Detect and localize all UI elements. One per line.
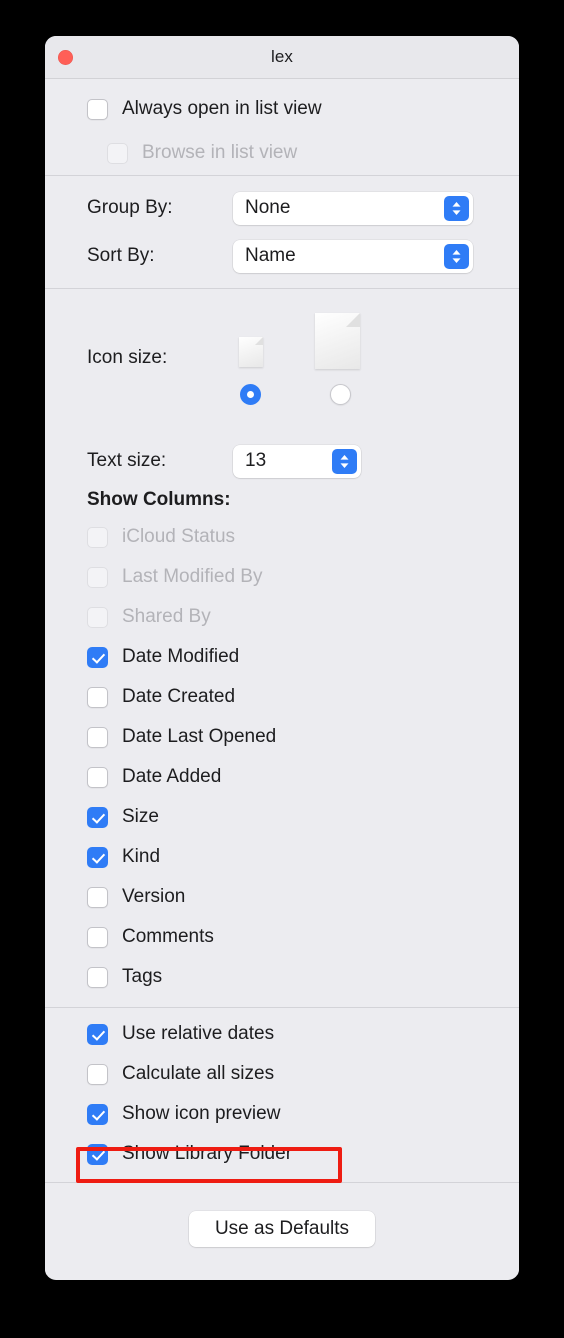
label-show-library-folder: Show Library Folder	[122, 1143, 293, 1164]
checkbox-size[interactable]	[87, 806, 108, 828]
label-last-modified-by: Last Modified By	[122, 566, 263, 587]
checkbox-show-icon-preview[interactable]	[87, 1103, 108, 1125]
window-titlebar: lex	[45, 36, 519, 79]
row-kind[interactable]: Kind	[45, 837, 519, 877]
label-tags: Tags	[122, 966, 163, 987]
checkbox-always-open-in-list-view[interactable]	[87, 98, 108, 120]
label-always-open-in-list-view: Always open in list view	[122, 98, 322, 119]
row-date-last-opened[interactable]: Date Last Opened	[45, 717, 519, 757]
screen: lex Always open in list view Browse in l…	[0, 0, 564, 1338]
page-fold-icon	[346, 313, 360, 327]
section-arrange: Group By: None Sort By: Name	[45, 176, 519, 288]
label-date-added: Date Added	[122, 766, 222, 787]
row-use-relative-dates[interactable]: Use relative dates	[45, 1014, 519, 1054]
view-options-window: lex Always open in list view Browse in l…	[45, 36, 519, 1280]
icon-size-control: Icon size:	[45, 289, 519, 439]
dropdown-sort-by[interactable]: Name	[233, 239, 473, 273]
chevron-updown-icon[interactable]	[332, 448, 357, 474]
row-show-library-folder[interactable]: Show Library Folder	[45, 1134, 519, 1174]
row-last-modified-by: Last Modified By	[45, 557, 519, 597]
window-title: lex	[270, 47, 294, 66]
label-comments: Comments	[122, 926, 214, 947]
section-list-view: Always open in list view Browse in list …	[45, 87, 519, 175]
label-date-last-opened: Date Last Opened	[122, 726, 277, 747]
label-kind: Kind	[122, 846, 161, 867]
label-date-modified: Date Modified	[122, 646, 240, 667]
dropdown-text-size[interactable]: 13	[233, 444, 361, 478]
row-size[interactable]: Size	[45, 797, 519, 837]
window-footer: Use as Defaults	[45, 1183, 519, 1275]
row-group-by: Group By: None	[45, 184, 519, 232]
checkbox-version[interactable]	[87, 886, 108, 908]
label-version: Version	[122, 886, 186, 907]
label-text-size: Text size:	[87, 450, 167, 471]
row-date-created[interactable]: Date Created	[45, 677, 519, 717]
row-tags[interactable]: Tags	[45, 957, 519, 997]
section-appearance: Icon size: Text size: 13 Show Columns: i…	[45, 289, 519, 1007]
row-comments[interactable]: Comments	[45, 917, 519, 957]
label-browse-in-list-view: Browse in list view	[142, 142, 298, 163]
checkbox-last-modified-by	[87, 566, 108, 588]
checkbox-shared-by	[87, 606, 108, 628]
label-shared-by: Shared By	[122, 606, 211, 627]
radio-icon-size-small[interactable]	[240, 384, 261, 405]
row-shared-by: Shared By	[45, 597, 519, 637]
label-date-created: Date Created	[122, 686, 236, 707]
checkbox-date-created[interactable]	[87, 686, 108, 708]
checkbox-kind[interactable]	[87, 846, 108, 868]
checkbox-comments[interactable]	[87, 926, 108, 948]
page-fold-icon	[255, 337, 263, 345]
label-show-icon-preview: Show icon preview	[122, 1103, 281, 1124]
value-group-by: None	[245, 197, 291, 218]
row-show-icon-preview[interactable]: Show icon preview	[45, 1094, 519, 1134]
label-size: Size	[122, 806, 159, 827]
label-use-relative-dates: Use relative dates	[122, 1023, 275, 1044]
chevron-updown-icon[interactable]	[444, 195, 469, 221]
row-calculate-all-sizes[interactable]: Calculate all sizes	[45, 1054, 519, 1094]
label-show-columns: Show Columns:	[87, 489, 231, 510]
checkbox-date-last-opened[interactable]	[87, 726, 108, 748]
row-always-open-in-list-view[interactable]: Always open in list view	[45, 87, 519, 131]
label-group-by: Group By:	[87, 197, 173, 218]
options-list: Use relative dates Calculate all sizes Sho…	[45, 1014, 519, 1174]
show-columns-list: iCloud Status Last Modified By Shared By Da…	[45, 517, 519, 997]
checkbox-calculate-all-sizes[interactable]	[87, 1063, 108, 1085]
value-text-size: 13	[245, 450, 267, 471]
checkbox-use-relative-dates[interactable]	[87, 1023, 108, 1045]
row-version[interactable]: Version	[45, 877, 519, 917]
checkbox-icloud-status	[87, 526, 108, 548]
checkbox-browse-in-list-view	[107, 142, 128, 164]
document-large-icon[interactable]	[315, 313, 360, 369]
row-browse-in-list-view: Browse in list view	[45, 131, 519, 175]
row-icloud-status: iCloud Status	[45, 517, 519, 557]
checkbox-date-added[interactable]	[87, 766, 108, 788]
checkbox-show-library-folder[interactable]	[87, 1143, 108, 1165]
use-as-defaults-button[interactable]: Use as Defaults	[188, 1211, 376, 1247]
section-options: Use relative dates Calculate all sizes Sho…	[45, 1008, 519, 1174]
label-calculate-all-sizes: Calculate all sizes	[122, 1063, 275, 1084]
label-icloud-status: iCloud Status	[122, 526, 236, 547]
document-small-icon[interactable]	[239, 337, 263, 367]
row-sort-by: Sort By: Name	[45, 232, 519, 280]
checkbox-tags[interactable]	[87, 966, 108, 988]
row-date-modified[interactable]: Date Modified	[45, 637, 519, 677]
window-body: Always open in list view Browse in list …	[45, 87, 519, 1275]
label-sort-by: Sort By:	[87, 245, 155, 266]
chevron-updown-icon[interactable]	[444, 243, 469, 269]
value-sort-by: Name	[245, 245, 296, 266]
label-icon-size: Icon size:	[87, 347, 168, 368]
row-date-added[interactable]: Date Added	[45, 757, 519, 797]
row-text-size: Text size: 13	[45, 439, 519, 483]
dropdown-group-by[interactable]: None	[233, 191, 473, 225]
radio-icon-size-large[interactable]	[330, 384, 351, 405]
checkbox-date-modified[interactable]	[87, 646, 108, 668]
